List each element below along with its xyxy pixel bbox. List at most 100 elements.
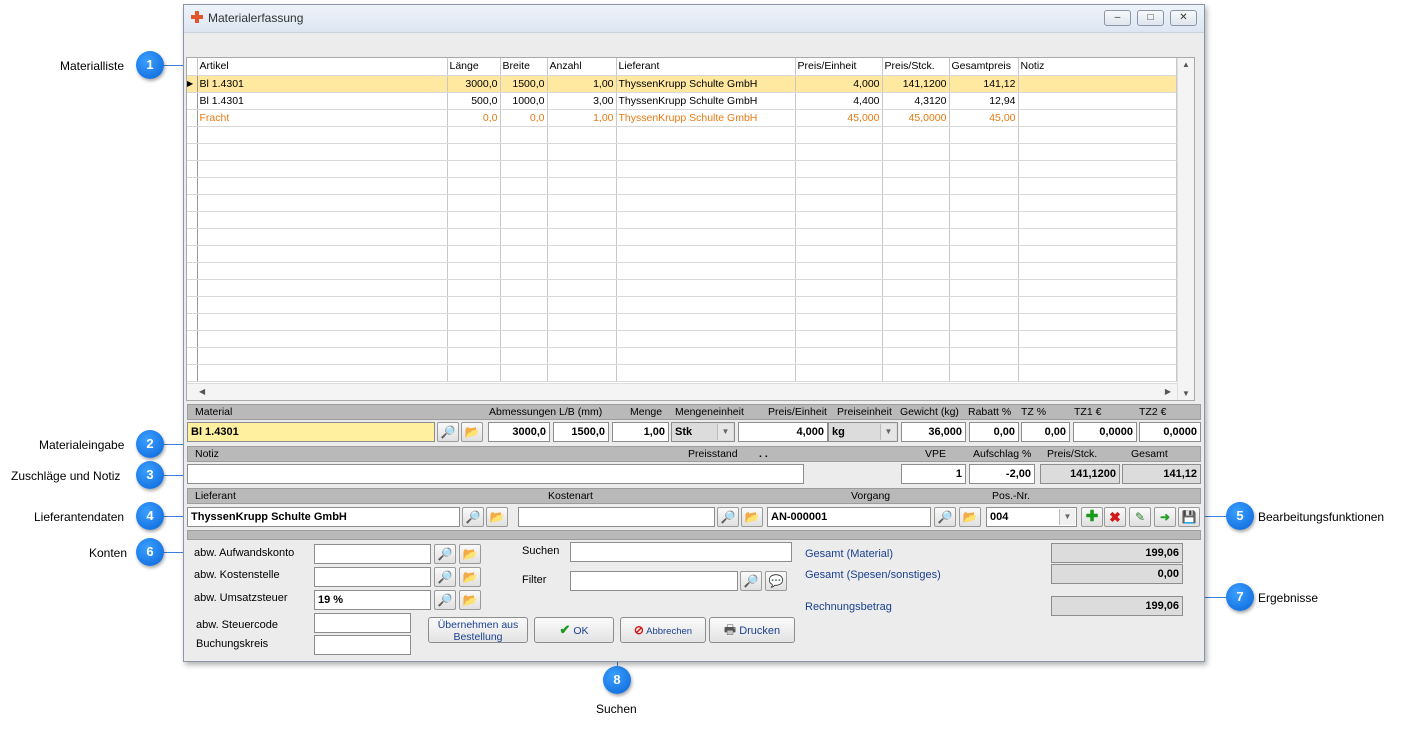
table-cell[interactable] xyxy=(197,347,448,365)
table-cell[interactable] xyxy=(447,364,501,382)
table-cell[interactable] xyxy=(547,262,617,280)
table-cell[interactable] xyxy=(547,126,617,144)
folder-icon[interactable]: 📂 xyxy=(741,507,763,527)
table-cell[interactable]: Bl 1.4301 xyxy=(197,92,448,110)
row-indicator[interactable] xyxy=(187,160,198,178)
chevron-down-icon[interactable]: ▼ xyxy=(880,424,896,440)
comment-icon[interactable]: 💬 xyxy=(765,571,787,591)
laenge-field[interactable]: 3000,0 xyxy=(488,422,550,442)
table-cell[interactable] xyxy=(795,194,883,212)
aufschlag-field[interactable]: -2,00 xyxy=(969,464,1035,484)
table-row[interactable] xyxy=(187,296,1177,314)
pos-select[interactable]: 004 ▼ xyxy=(986,507,1077,527)
table-cell[interactable] xyxy=(882,347,950,365)
drucken-button[interactable]: 🖶 Drucken xyxy=(709,617,795,643)
save-icon[interactable]: 💾 xyxy=(1178,507,1200,527)
table-cell[interactable] xyxy=(197,194,448,212)
table-cell[interactable]: 1,00 xyxy=(547,75,617,93)
abbrechen-button[interactable]: ⊘ Abbrechen xyxy=(620,617,706,643)
table-cell[interactable] xyxy=(500,160,548,178)
table-cell[interactable] xyxy=(1018,279,1177,297)
table-cell[interactable] xyxy=(795,262,883,280)
umsatzsteuer-field[interactable]: 19 % xyxy=(314,590,431,610)
table-cell[interactable] xyxy=(547,228,617,246)
table-cell[interactable] xyxy=(795,347,883,365)
gewicht-field[interactable]: 36,000 xyxy=(901,422,966,442)
column-header[interactable]: Lieferant xyxy=(616,58,796,76)
row-indicator[interactable] xyxy=(187,194,198,212)
table-cell[interactable] xyxy=(949,245,1019,263)
table-cell[interactable] xyxy=(795,177,883,195)
row-indicator[interactable] xyxy=(187,330,198,348)
table-cell[interactable] xyxy=(795,143,883,161)
folder-icon[interactable]: 📂 xyxy=(459,544,481,564)
table-cell[interactable] xyxy=(547,177,617,195)
tz1-field[interactable]: 0,0000 xyxy=(1073,422,1137,442)
steuercode-field[interactable] xyxy=(314,613,411,633)
table-cell[interactable] xyxy=(949,364,1019,382)
table-cell[interactable]: Bl 1.4301 xyxy=(197,75,448,93)
chevron-down-icon[interactable]: ▼ xyxy=(1059,509,1075,525)
table-cell[interactable]: 1000,0 xyxy=(500,92,548,110)
magnifier-icon[interactable]: 🔎 xyxy=(434,590,456,610)
row-indicator[interactable] xyxy=(187,143,198,161)
table-row[interactable] xyxy=(187,126,1177,144)
table-cell[interactable] xyxy=(547,296,617,314)
table-cell[interactable] xyxy=(197,126,448,144)
row-indicator[interactable] xyxy=(187,126,198,144)
table-cell[interactable] xyxy=(197,143,448,161)
magnifier-icon[interactable]: 🔎 xyxy=(934,507,956,527)
table-cell[interactable] xyxy=(795,211,883,229)
table-cell[interactable] xyxy=(197,296,448,314)
table-cell[interactable] xyxy=(795,364,883,382)
table-cell[interactable] xyxy=(949,126,1019,144)
table-cell[interactable] xyxy=(500,279,548,297)
column-header[interactable]: Preis/Stck. xyxy=(882,58,950,76)
material-field[interactable]: Bl 1.4301 xyxy=(187,422,435,442)
table-cell[interactable] xyxy=(197,160,448,178)
table-cell[interactable] xyxy=(1018,228,1177,246)
table-cell[interactable] xyxy=(949,160,1019,178)
table-cell[interactable] xyxy=(447,330,501,348)
table-cell[interactable]: 3,00 xyxy=(547,92,617,110)
vpe-field[interactable]: 1 xyxy=(901,464,966,484)
table-row[interactable] xyxy=(187,364,1177,382)
table-cell[interactable]: 1500,0 xyxy=(500,75,548,93)
table-cell[interactable] xyxy=(1018,92,1177,110)
filter-field[interactable] xyxy=(570,571,738,591)
table-cell[interactable] xyxy=(949,330,1019,348)
table-row[interactable] xyxy=(187,262,1177,280)
material-grid[interactable]: Artikel Länge Breite Anzahl Lieferant Preis/E… xyxy=(186,57,1195,401)
table-cell[interactable] xyxy=(1018,143,1177,161)
table-cell[interactable] xyxy=(547,160,617,178)
table-cell[interactable] xyxy=(547,330,617,348)
table-cell[interactable] xyxy=(197,211,448,229)
horizontal-scrollbar[interactable]: ◀ ▶ xyxy=(187,383,1177,400)
table-cell[interactable] xyxy=(882,296,950,314)
table-cell[interactable] xyxy=(500,330,548,348)
table-cell[interactable]: ThyssenKrupp Schulte GmbH xyxy=(616,92,796,110)
scroll-right-icon[interactable]: ▶ xyxy=(1165,387,1171,396)
table-cell[interactable]: 500,0 xyxy=(447,92,501,110)
table-row[interactable] xyxy=(187,245,1177,263)
maximize-button[interactable]: □ xyxy=(1137,10,1164,26)
table-cell[interactable] xyxy=(197,228,448,246)
preiseinheit-select[interactable]: kg ▼ xyxy=(828,422,898,442)
table-cell[interactable] xyxy=(1018,296,1177,314)
table-cell[interactable] xyxy=(1018,262,1177,280)
ok-button[interactable]: ✔ OK xyxy=(534,617,614,643)
table-cell[interactable] xyxy=(616,211,796,229)
table-cell[interactable] xyxy=(616,177,796,195)
table-row[interactable] xyxy=(187,228,1177,246)
table-row[interactable] xyxy=(187,330,1177,348)
table-cell[interactable]: Fracht xyxy=(197,109,448,127)
folder-icon[interactable]: 📂 xyxy=(459,567,481,587)
kostenart-field[interactable] xyxy=(518,507,715,527)
table-cell[interactable] xyxy=(547,347,617,365)
table-cell[interactable] xyxy=(447,347,501,365)
table-cell[interactable] xyxy=(616,143,796,161)
tz2-field[interactable]: 0,0000 xyxy=(1139,422,1201,442)
table-cell[interactable] xyxy=(500,262,548,280)
breite-field[interactable]: 1500,0 xyxy=(553,422,609,442)
table-cell[interactable] xyxy=(197,279,448,297)
